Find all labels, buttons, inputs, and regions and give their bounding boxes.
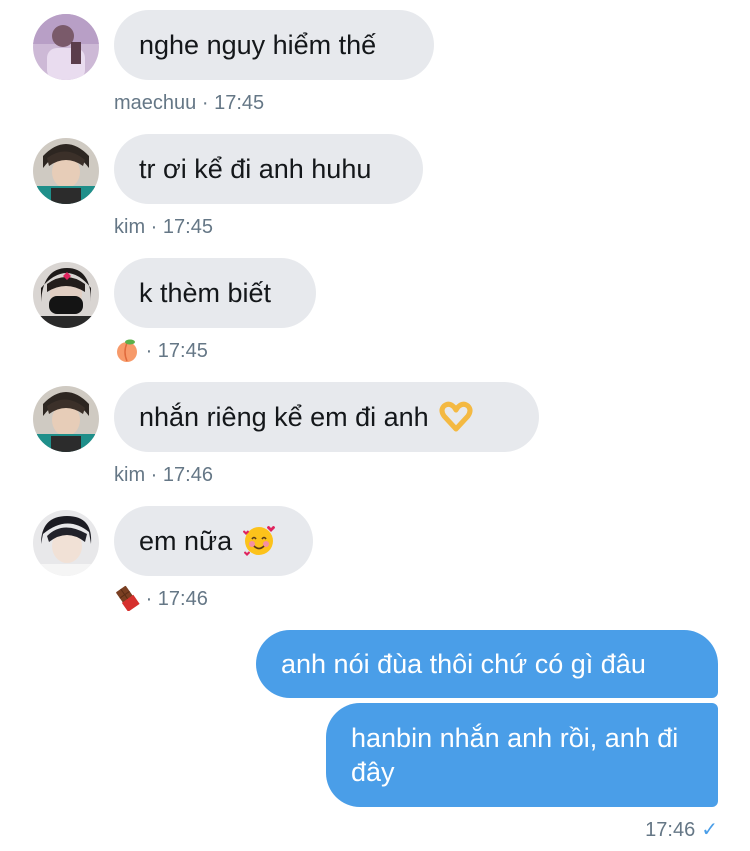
avatar-image xyxy=(33,138,99,204)
message-bubble[interactable]: em nữa xyxy=(114,506,313,576)
sender-name[interactable]: kim xyxy=(114,216,145,238)
timestamp: 17:45 xyxy=(162,216,213,238)
message-text: hanbin nhắn anh rồi, anh đi đây xyxy=(351,723,679,787)
message-text: tr ơi kể đi anh huhu xyxy=(139,154,372,184)
outgoing-message-bubble[interactable]: hanbin nhắn anh rồi, anh đi đây xyxy=(326,703,718,807)
separator: · xyxy=(145,340,153,362)
message-text: em nữa xyxy=(139,526,233,556)
read-check-icon: ✓ xyxy=(701,819,718,841)
message-bubble[interactable]: nghe nguy hiểm thế xyxy=(114,10,434,80)
message-text: nghe nguy hiểm thế xyxy=(139,30,377,60)
timestamp: 17:45 xyxy=(214,92,265,114)
heart-hands-emoji xyxy=(439,401,473,432)
message-meta: · 17:45 xyxy=(114,339,208,363)
timestamp: 17:45 xyxy=(157,340,208,362)
avatar-maechuu[interactable] xyxy=(33,14,99,80)
timestamp: 17:46 xyxy=(162,464,213,486)
avatar-masked[interactable] xyxy=(33,262,99,328)
separator: · xyxy=(145,588,153,610)
message-bubble[interactable]: nhắn riêng kể em đi anh xyxy=(114,382,539,452)
message-meta: maechuu · 17:45 xyxy=(114,91,264,115)
message-bubble[interactable]: k thèm biết xyxy=(114,258,316,328)
timestamp: 17:46 xyxy=(645,819,696,841)
message-meta: kim · 17:46 xyxy=(114,463,213,487)
outgoing-message-bubble[interactable]: anh nói đùa thôi chứ có gì đâu xyxy=(256,630,718,698)
message-meta: kim · 17:45 xyxy=(114,215,213,239)
separator: · xyxy=(150,216,158,238)
message-bubble[interactable]: tr ơi kể đi anh huhu xyxy=(114,134,423,204)
avatar-image xyxy=(33,510,99,576)
timestamp: 17:46 xyxy=(157,588,208,610)
message-text: k thèm biết xyxy=(139,278,272,308)
avatar-image xyxy=(33,14,99,80)
message-text: nhắn riêng kể em đi anh xyxy=(139,402,429,432)
avatar-dark-hair[interactable] xyxy=(33,510,99,576)
avatar-image xyxy=(33,262,99,328)
avatar-kim[interactable] xyxy=(33,138,99,204)
chocolate-bar-emoji[interactable] xyxy=(114,585,140,611)
smiling-face-with-hearts-emoji xyxy=(243,525,276,556)
peach-emoji[interactable] xyxy=(114,337,140,363)
avatar-image xyxy=(33,386,99,452)
separator: · xyxy=(150,464,158,486)
message-meta: · 17:46 xyxy=(114,585,208,611)
outgoing-meta: 17:46 ✓ xyxy=(645,818,718,842)
sender-name[interactable]: maechuu xyxy=(114,92,196,114)
avatar-kim[interactable] xyxy=(33,386,99,452)
message-text: anh nói đùa thôi chứ có gì đâu xyxy=(281,649,646,679)
chat-thread: nghe nguy hiểm thế maechuu · 17:45 tr ơi… xyxy=(0,0,750,851)
separator: · xyxy=(201,92,209,114)
sender-name[interactable]: kim xyxy=(114,464,145,486)
